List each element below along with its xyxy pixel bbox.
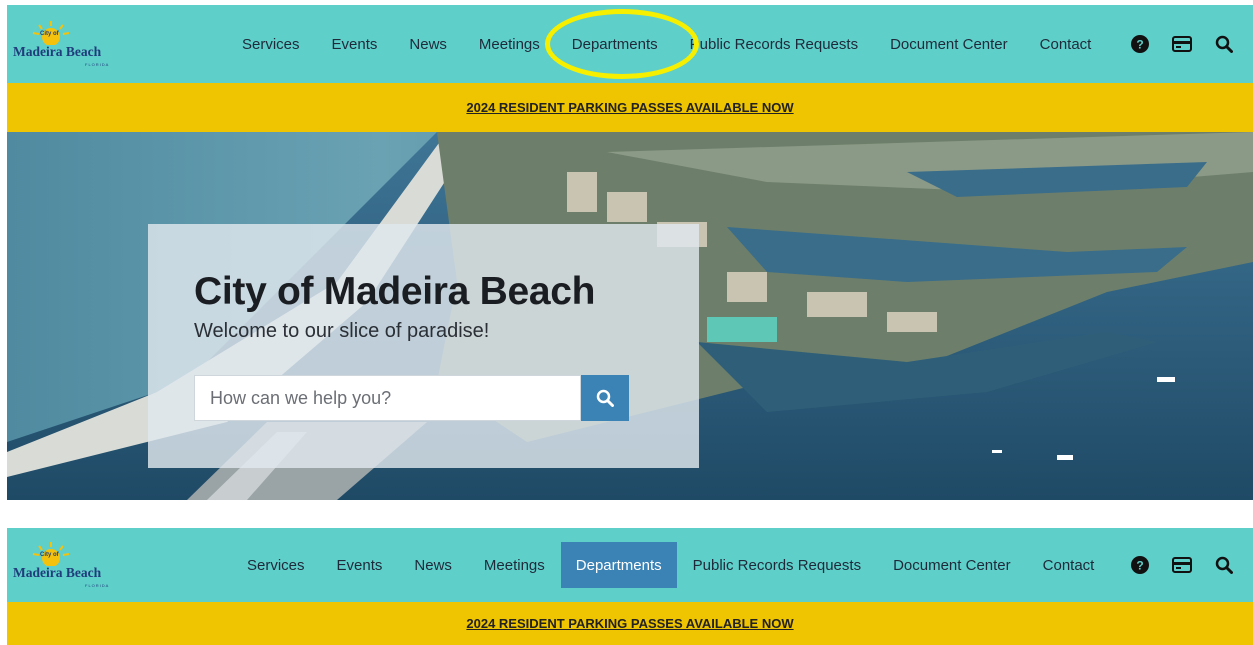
- help-icon[interactable]: ?: [1129, 554, 1151, 576]
- search-button[interactable]: [581, 375, 629, 421]
- menu-item-document-center[interactable]: Document Center: [877, 528, 1027, 602]
- main-navigation: City of Madeira Beach FLORIDA Services E…: [7, 528, 1253, 602]
- hero-title: City of Madeira Beach: [194, 270, 596, 313]
- logo-tag: City of: [40, 31, 59, 37]
- logo-text: Madeira Beach: [13, 44, 102, 59]
- logo-text: Madeira Beach: [13, 565, 102, 580]
- announcement-banner: 2024 RESIDENT PARKING PASSES AVAILABLE N…: [7, 83, 1253, 132]
- menu-item-news[interactable]: News: [393, 5, 463, 83]
- logo-subtext: FLORIDA: [85, 62, 110, 67]
- nav-icons: ?: [1129, 528, 1235, 602]
- payment-card-icon[interactable]: [1171, 554, 1193, 576]
- hero-card: City of Madeira Beach Welcome to our sli…: [148, 224, 699, 468]
- payment-card-icon[interactable]: [1171, 33, 1193, 55]
- parking-pass-link[interactable]: 2024 RESIDENT PARKING PASSES AVAILABLE N…: [466, 616, 793, 631]
- logo-subtext: FLORIDA: [85, 583, 110, 588]
- menu-item-document-center[interactable]: Document Center: [874, 5, 1024, 83]
- city-logo[interactable]: City of Madeira Beach FLORIDA: [13, 538, 113, 590]
- search-icon[interactable]: [1213, 554, 1235, 576]
- parking-pass-link[interactable]: 2024 RESIDENT PARKING PASSES AVAILABLE N…: [466, 100, 793, 115]
- city-logo[interactable]: City of Madeira Beach FLORIDA: [13, 17, 113, 69]
- menu-item-departments[interactable]: Departments: [560, 542, 677, 588]
- menu-item-services[interactable]: Services: [226, 5, 316, 83]
- homepage-screenshot-bottom: City of Madeira Beach FLORIDA Services E…: [7, 528, 1253, 645]
- hero-subtitle: Welcome to our slice of paradise!: [194, 320, 490, 342]
- search-box: [194, 375, 581, 421]
- help-icon[interactable]: ?: [1129, 33, 1151, 55]
- menu-item-events[interactable]: Events: [321, 528, 399, 602]
- menu-item-public-records[interactable]: Public Records Requests: [677, 528, 877, 602]
- annotation-highlight-circle: [545, 9, 699, 79]
- svg-text:?: ?: [1136, 38, 1143, 52]
- search-icon[interactable]: [1213, 33, 1235, 55]
- menu-item-meetings[interactable]: Meetings: [468, 528, 561, 602]
- main-navigation: City of Madeira Beach FLORIDA Services E…: [7, 5, 1253, 83]
- homepage-screenshot-top: City of Madeira Beach FLORIDA Services E…: [7, 5, 1253, 500]
- hero-section: City of Madeira Beach Welcome to our sli…: [7, 132, 1253, 500]
- svg-text:?: ?: [1136, 559, 1143, 573]
- site-search-input[interactable]: [195, 376, 580, 420]
- search-icon: [596, 389, 614, 407]
- menu-item-contact[interactable]: Contact: [1027, 528, 1111, 602]
- logo-tag: City of: [40, 552, 59, 558]
- nav-icons: ?: [1129, 5, 1235, 83]
- menu-item-meetings[interactable]: Meetings: [463, 5, 556, 83]
- menu-item-contact[interactable]: Contact: [1024, 5, 1108, 83]
- menu: Services Events News Meetings Department…: [231, 528, 1110, 602]
- menu-item-news[interactable]: News: [398, 528, 468, 602]
- announcement-banner: 2024 RESIDENT PARKING PASSES AVAILABLE N…: [7, 602, 1253, 645]
- menu-item-public-records[interactable]: Public Records Requests: [674, 5, 874, 83]
- menu-item-events[interactable]: Events: [316, 5, 394, 83]
- menu-item-services[interactable]: Services: [231, 528, 321, 602]
